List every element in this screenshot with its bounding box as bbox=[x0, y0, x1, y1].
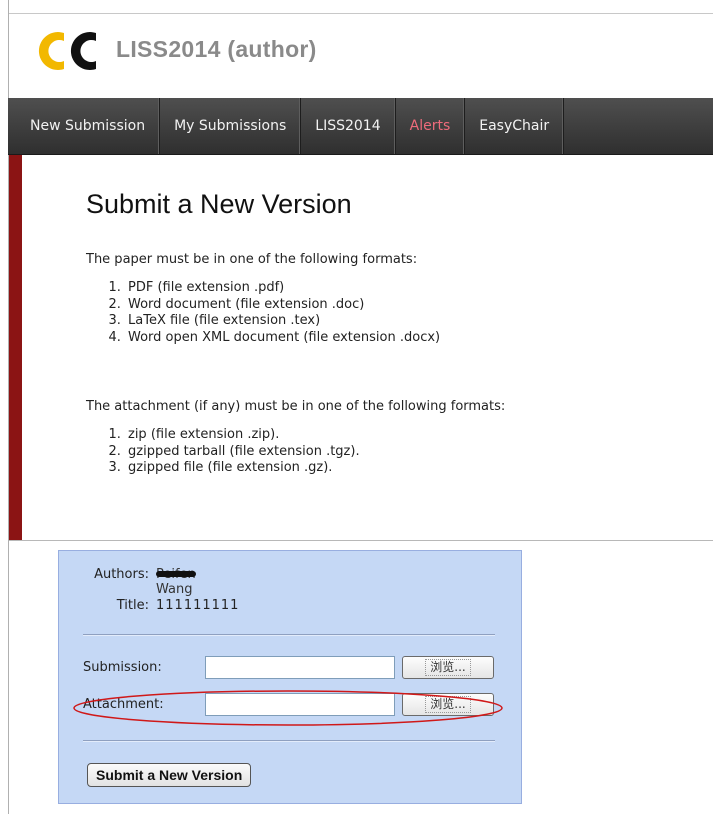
window-top-border bbox=[8, 13, 713, 14]
authors-value: Peifen Wang bbox=[156, 567, 196, 597]
title-label: Title: bbox=[116, 598, 149, 613]
nav-new-submission[interactable]: New Submission bbox=[8, 98, 161, 154]
paper-formats-intro: The paper must be in one of the followin… bbox=[86, 252, 418, 267]
submit-new-version-button[interactable]: Submit a New Version bbox=[87, 763, 252, 787]
list-item: gzipped tarball (file extension .tgz). bbox=[125, 444, 360, 461]
nav-alerts[interactable]: Alerts bbox=[396, 98, 466, 154]
paper-formats-list: PDF (file extension .pdf) Word document … bbox=[86, 280, 440, 346]
attachment-label: Attachment: bbox=[83, 697, 164, 712]
authors-label: Authors: bbox=[94, 567, 149, 582]
attachment-formats-intro: The attachment (if any) must be in one o… bbox=[86, 399, 506, 414]
title-value: 111111111 bbox=[156, 598, 240, 613]
submission-form: Authors: Peifen Wang Title: 111111111 Su… bbox=[58, 550, 522, 804]
page: LISS2014 (author) New Submission My Subm… bbox=[0, 0, 713, 814]
submission-label: Submission: bbox=[83, 660, 162, 675]
nav-easychair[interactable]: EasyChair bbox=[465, 98, 565, 154]
nav-liss2014[interactable]: LISS2014 bbox=[301, 98, 396, 154]
list-item: gzipped file (file extension .gz). bbox=[125, 460, 360, 477]
main-nav: New Submission My Submissions LISS2014 A… bbox=[8, 98, 713, 155]
list-item: Word open XML document (file extension .… bbox=[125, 330, 440, 347]
attachment-browse-button[interactable]: 浏览... bbox=[402, 693, 494, 716]
attachment-formats-list: zip (file extension .zip). gzipped tarba… bbox=[86, 427, 360, 477]
list-item: Word document (file extension .doc) bbox=[125, 297, 440, 314]
form-divider bbox=[83, 740, 495, 741]
submission-file-field[interactable] bbox=[205, 656, 395, 679]
easychair-logo[interactable] bbox=[30, 30, 100, 72]
form-divider bbox=[83, 634, 495, 635]
nav-my-submissions[interactable]: My Submissions bbox=[160, 98, 302, 154]
page-title: Submit a New Version bbox=[86, 189, 352, 219]
app-title: LISS2014 (author) bbox=[116, 36, 317, 62]
list-item: zip (file extension .zip). bbox=[125, 427, 360, 444]
submission-browse-button[interactable]: 浏览... bbox=[402, 656, 494, 679]
attachment-file-field[interactable] bbox=[205, 693, 395, 716]
list-item: PDF (file extension .pdf) bbox=[125, 280, 440, 297]
content-accent-bar bbox=[9, 155, 22, 540]
content-divider bbox=[9, 540, 713, 541]
list-item: LaTeX file (file extension .tex) bbox=[125, 313, 440, 330]
